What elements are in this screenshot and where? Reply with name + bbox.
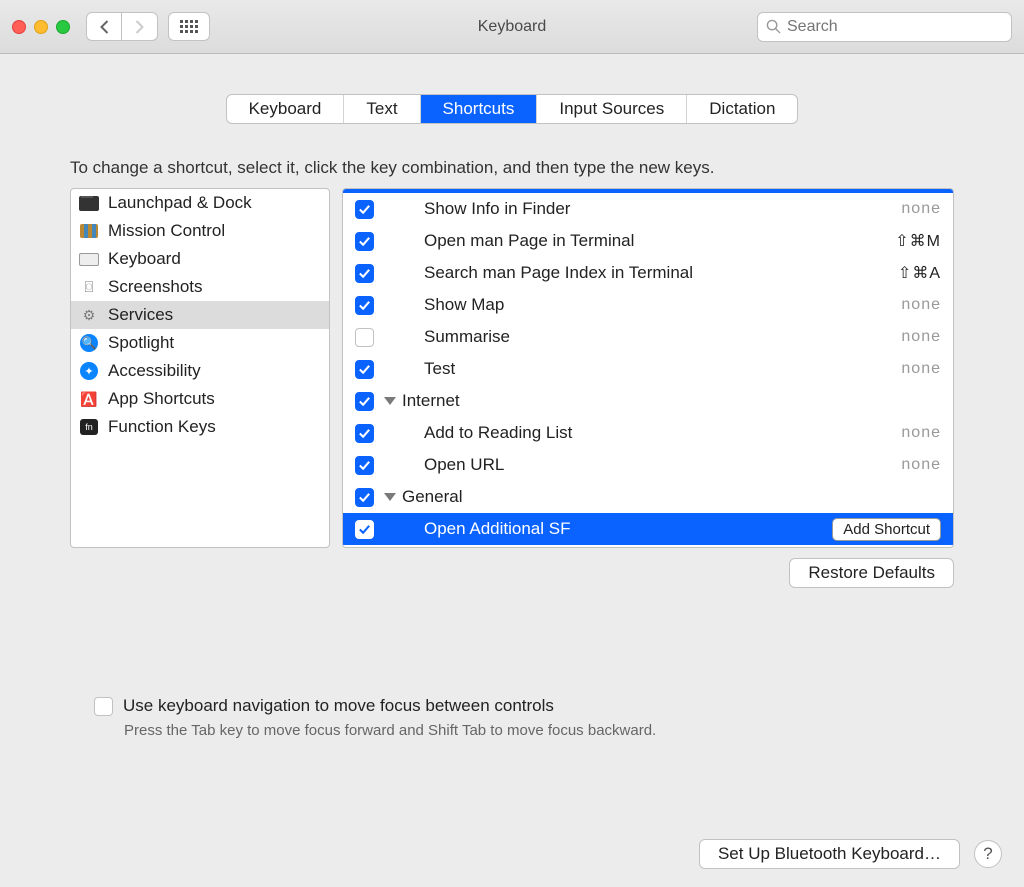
titlebar: Keyboard <box>0 0 1024 54</box>
shortcut-row[interactable]: Open URL none <box>343 449 953 481</box>
shortcut-label: Test <box>374 359 901 379</box>
checkbox[interactable] <box>355 360 374 379</box>
shortcut-key: none <box>901 296 941 314</box>
checkbox[interactable] <box>355 264 374 283</box>
shortcut-label: Search man Page Index in Terminal <box>374 263 898 283</box>
instruction-text: To change a shortcut, select it, click t… <box>70 158 1012 178</box>
keyboard-icon <box>79 250 99 268</box>
window-controls <box>12 20 70 34</box>
add-shortcut-button[interactable]: Add Shortcut <box>832 518 941 541</box>
zoom-button[interactable] <box>56 20 70 34</box>
shortcut-key: ⇧⌘A <box>898 263 941 283</box>
sidebar-item-keyboard[interactable]: Keyboard <box>71 245 329 273</box>
minimize-button[interactable] <box>34 20 48 34</box>
checkbox[interactable] <box>355 424 374 443</box>
sidebar-item-label: Accessibility <box>108 361 201 381</box>
group-row-general[interactable]: General <box>343 481 953 513</box>
restore-defaults-button[interactable]: Restore Defaults <box>789 558 954 588</box>
shortcut-row[interactable]: Show Info in Finder none <box>343 193 953 225</box>
show-all-button[interactable] <box>168 12 210 41</box>
accessibility-icon: ✦ <box>79 362 99 380</box>
checkbox[interactable] <box>355 328 374 347</box>
spotlight-icon: 🔍 <box>79 334 99 352</box>
tab-shortcuts[interactable]: Shortcuts <box>421 95 538 123</box>
category-sidebar: Launchpad & Dock Mission Control Keyboar… <box>70 188 330 548</box>
shortcut-row[interactable]: Summarise none <box>343 321 953 353</box>
search-input[interactable] <box>787 18 1003 36</box>
sidebar-item-launchpad[interactable]: Launchpad & Dock <box>71 189 329 217</box>
help-button[interactable]: ? <box>974 840 1002 868</box>
shortcut-key: none <box>901 328 941 346</box>
sidebar-item-label: Keyboard <box>108 249 181 269</box>
sidebar-item-label: Spotlight <box>108 333 174 353</box>
sidebar-item-app-shortcuts[interactable]: 🅰️ App Shortcuts <box>71 385 329 413</box>
search-field[interactable] <box>757 12 1012 42</box>
shortcut-row[interactable]: Show Map none <box>343 289 953 321</box>
group-label: General <box>402 487 941 507</box>
shortcut-row-selected[interactable]: Open Additional SF Add Shortcut <box>343 513 953 545</box>
nav-buttons <box>86 12 158 41</box>
shortcuts-list: Show Info in Finder none Open man Page i… <box>342 188 954 548</box>
sidebar-item-services[interactable]: ⚙ Services <box>71 301 329 329</box>
sidebar-item-function-keys[interactable]: fn Function Keys <box>71 413 329 441</box>
forward-button[interactable] <box>122 12 158 41</box>
sidebar-item-label: Screenshots <box>108 277 203 297</box>
shortcut-key: none <box>901 456 941 474</box>
sidebar-item-label: Function Keys <box>108 417 216 437</box>
disclosure-triangle-icon[interactable] <box>384 493 396 501</box>
shortcut-label: Summarise <box>374 327 901 347</box>
shortcut-row[interactable]: Test none <box>343 353 953 385</box>
shortcut-row[interactable]: Search man Page Index in Terminal ⇧⌘A <box>343 257 953 289</box>
group-label: Internet <box>402 391 941 411</box>
sidebar-item-accessibility[interactable]: ✦ Accessibility <box>71 357 329 385</box>
shortcut-row[interactable]: Add to Reading List none <box>343 417 953 449</box>
sidebar-item-label: Mission Control <box>108 221 225 241</box>
close-button[interactable] <box>12 20 26 34</box>
shortcut-label: Open URL <box>374 455 901 475</box>
shortcut-key: none <box>901 200 941 218</box>
tab-text[interactable]: Text <box>344 95 420 123</box>
keyboard-nav-hint: Press the Tab key to move focus forward … <box>124 722 1012 739</box>
keyboard-nav-label: Use keyboard navigation to move focus be… <box>123 696 554 716</box>
checkbox[interactable] <box>355 232 374 251</box>
checkbox[interactable] <box>355 392 374 411</box>
checkbox[interactable] <box>355 488 374 507</box>
app-shortcuts-icon: 🅰️ <box>79 390 99 408</box>
checkbox[interactable] <box>355 296 374 315</box>
sidebar-item-spotlight[interactable]: 🔍 Spotlight <box>71 329 329 357</box>
back-button[interactable] <box>86 12 122 41</box>
mission-control-icon <box>79 222 99 240</box>
sidebar-item-label: App Shortcuts <box>108 389 215 409</box>
disclosure-triangle-icon[interactable] <box>384 397 396 405</box>
tab-bar: Keyboard Text Shortcuts Input Sources Di… <box>12 94 1012 124</box>
sidebar-item-mission-control[interactable]: Mission Control <box>71 217 329 245</box>
sidebar-item-label: Services <box>108 305 173 325</box>
shortcut-label: Open Additional SF <box>374 519 832 539</box>
checkbox[interactable] <box>355 456 374 475</box>
keyboard-nav-checkbox[interactable] <box>94 697 113 716</box>
shortcut-key: none <box>901 424 941 442</box>
shortcut-label: Open man Page in Terminal <box>374 231 895 251</box>
tab-input-sources[interactable]: Input Sources <box>537 95 687 123</box>
function-keys-icon: fn <box>79 418 99 436</box>
launchpad-icon <box>79 194 99 212</box>
checkbox[interactable] <box>355 520 374 539</box>
sidebar-item-screenshots[interactable]: ⌼ Screenshots <box>71 273 329 301</box>
shortcut-row[interactable]: Open man Page in Terminal ⇧⌘M <box>343 225 953 257</box>
tab-keyboard[interactable]: Keyboard <box>227 95 345 123</box>
sidebar-item-label: Launchpad & Dock <box>108 193 252 213</box>
shortcut-key: none <box>901 360 941 378</box>
group-row-internet[interactable]: Internet <box>343 385 953 417</box>
screenshots-icon: ⌼ <box>79 278 99 296</box>
search-icon <box>766 19 781 34</box>
shortcut-label: Show Map <box>374 295 901 315</box>
bluetooth-keyboard-button[interactable]: Set Up Bluetooth Keyboard… <box>699 839 960 869</box>
tab-dictation[interactable]: Dictation <box>687 95 797 123</box>
shortcut-key: ⇧⌘M <box>895 231 941 251</box>
services-icon: ⚙ <box>79 306 99 324</box>
shortcut-label: Show Info in Finder <box>374 199 901 219</box>
shortcut-label: Add to Reading List <box>374 423 901 443</box>
checkbox[interactable] <box>355 200 374 219</box>
